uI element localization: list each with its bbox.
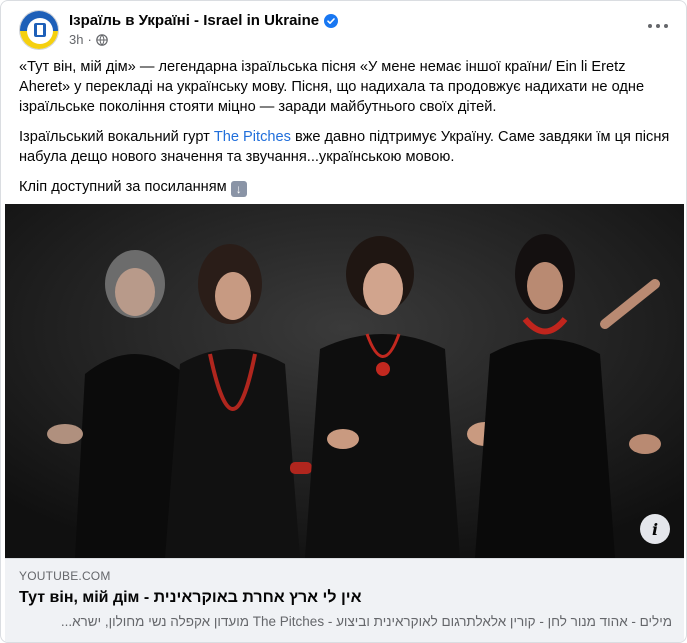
facebook-post-card: Ізраїль в Україні - Israel in Ukraine 3h… (0, 0, 687, 643)
link-preview[interactable]: YOUTUBE.COM Тут він, мій дім - אין לי אר… (5, 558, 684, 642)
video-still-image (5, 204, 684, 558)
down-arrow-emoji: ↓ (230, 181, 247, 197)
post-body: «Тут він, мій дім» — легендарна ізраїльс… (19, 57, 670, 207)
link-title[interactable]: Тут він, мій дім - אין לי ארץ אחרת באוקר… (19, 589, 672, 607)
paragraph-text: Ізраїльський вокальний гурт (19, 129, 214, 145)
post-paragraph-1: «Тут він, мій дім» — легендарна ізраїльс… (19, 59, 645, 115)
globe-icon[interactable] (96, 33, 108, 46)
post-header: Ізраїль в Україні - Israel in Ukraine 3h… (19, 10, 668, 54)
link-description: מילים - אהוד מנור לחן - קורין אלאלתרגום … (60, 614, 672, 629)
link-domain: YOUTUBE.COM (19, 569, 111, 583)
more-options-icon[interactable] (642, 10, 674, 42)
paragraph-text: Кліп доступний за посиланням (19, 179, 227, 195)
page-avatar[interactable] (19, 10, 59, 50)
post-meta: 3h · (69, 32, 108, 47)
info-icon[interactable]: i (640, 514, 670, 544)
the-pitches-link[interactable]: The Pitches (214, 129, 291, 145)
meta-separator: · (87, 32, 92, 47)
author-line: Ізраїль в Україні - Israel in Ukraine (69, 12, 339, 29)
verified-badge-icon (324, 13, 339, 28)
post-paragraph-2: Ізраїльський вокальний гурт The Pitches … (19, 127, 670, 167)
post-time[interactable]: 3h (69, 32, 83, 47)
video-thumbnail[interactable]: i (5, 204, 684, 558)
post-paragraph-3: Кліп доступний за посиланням ↓ (19, 177, 670, 197)
author-name[interactable]: Ізраїль в Україні - Israel in Ukraine (69, 12, 319, 29)
